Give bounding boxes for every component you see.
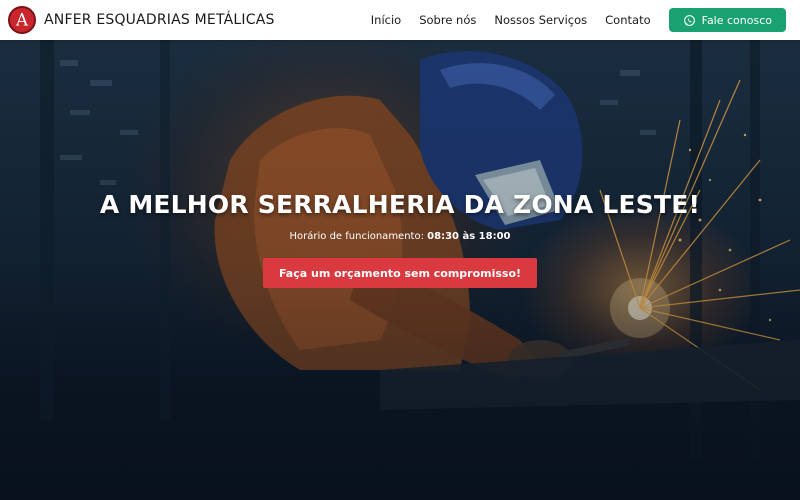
business-hours-value: 08:30 às 18:00 [427,231,511,242]
business-hours: Horário de funcionamento: 08:30 às 18:00 [290,231,511,242]
hero-title: A MELHOR SERRALHERIA DA ZONA LESTE! [99,190,701,219]
brand-link[interactable]: A ANFER ESQUADRIAS METÁLICAS [8,6,275,34]
logo: A [8,6,36,34]
svg-text:A: A [15,11,29,30]
fale-conosco-label: Fale conosco [701,13,772,27]
nav-item-contato[interactable]: Contato [605,13,650,27]
main-nav: Início Sobre nós Nossos Serviços Contato… [371,8,786,32]
nav-item-inicio[interactable]: Início [371,13,401,27]
fale-conosco-button[interactable]: Fale conosco [668,8,786,32]
whatsapp-icon [683,14,695,26]
nav-item-sobre-nos[interactable]: Sobre nós [419,13,476,27]
business-hours-label: Horário de funcionamento: [289,231,424,242]
quote-cta-button[interactable]: Faça um orçamento sem compromisso! [262,258,538,288]
hero-section: A MELHOR SERRALHERIA DA ZONA LESTE! Horá… [0,40,800,500]
brand-name: ANFER ESQUADRIAS METÁLICAS [44,12,275,28]
nav-item-nossos-servicos[interactable]: Nossos Serviços [494,13,587,27]
logo-a-icon: A [15,11,29,30]
hero-content: A MELHOR SERRALHERIA DA ZONA LESTE! Horá… [0,190,800,288]
site-header: A ANFER ESQUADRIAS METÁLICAS Início Sobr… [0,0,800,40]
